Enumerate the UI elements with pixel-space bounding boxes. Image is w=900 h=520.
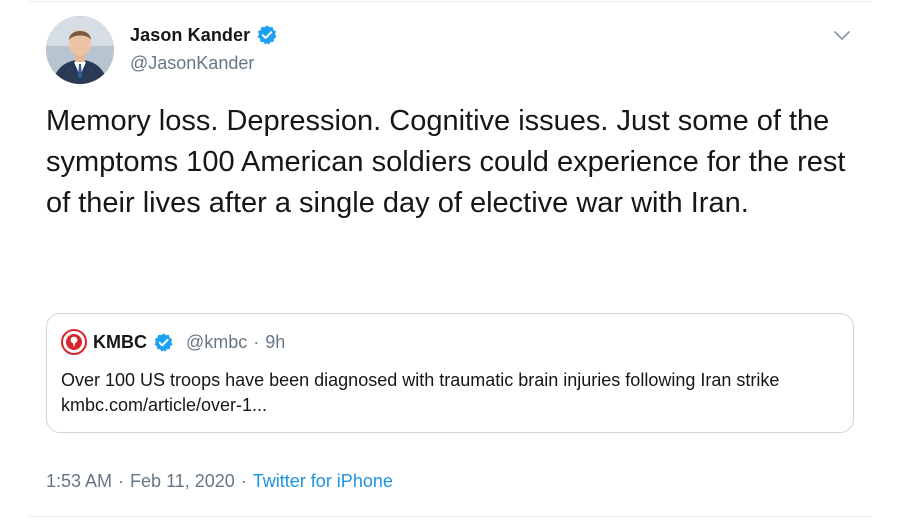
quoted-tweet-card[interactable]: KMBC @kmbc · 9h Over 100 US troops have … <box>46 313 854 433</box>
chevron-down-icon <box>834 31 850 40</box>
author-name-row: Jason Kander <box>130 24 278 46</box>
more-options-button[interactable] <box>826 22 858 50</box>
tweet-source-link[interactable]: Twitter for iPhone <box>253 471 393 492</box>
tweet-card: Jason Kander @JasonKander Memory loss. D… <box>0 0 900 520</box>
tweet-text: Memory loss. Depression. Cognitive issue… <box>46 105 846 219</box>
kmbc-logo-icon <box>61 329 87 355</box>
quoted-handle: @kmbc <box>186 331 248 352</box>
divider-top <box>28 1 872 2</box>
meta-separator: · <box>118 471 125 491</box>
meta-separator: · <box>240 471 247 491</box>
divider-bottom <box>28 516 872 517</box>
tweet-meta: 1:53 AM · Feb 11, 2020 · Twitter for iPh… <box>46 471 393 492</box>
quoted-tweet-header: KMBC @kmbc · 9h <box>61 329 285 355</box>
verified-badge-icon <box>256 24 278 46</box>
avatar[interactable] <box>46 16 114 84</box>
tweet-date[interactable]: Feb 11, 2020 <box>130 471 235 492</box>
quoted-verified-badge-icon <box>153 332 174 353</box>
quoted-tweet-text: Over 100 US troops have been diagnosed w… <box>61 370 780 415</box>
author-display-name[interactable]: Jason Kander <box>130 25 250 46</box>
author-handle[interactable]: @JasonKander <box>130 53 254 74</box>
quoted-separator: · <box>253 331 260 352</box>
quoted-timestamp: 9h <box>265 331 286 352</box>
avatar-photo-icon <box>46 16 114 84</box>
tweet-time[interactable]: 1:53 AM <box>46 471 112 492</box>
quoted-display-name: KMBC <box>93 331 147 352</box>
